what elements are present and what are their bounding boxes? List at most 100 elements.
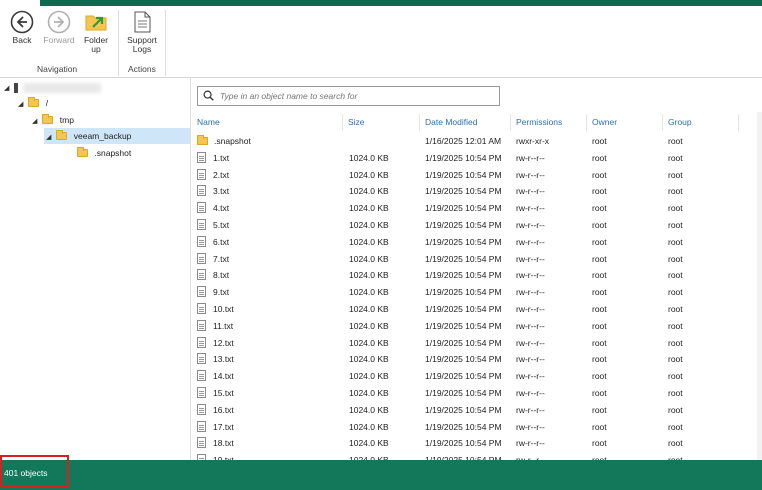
cell-text: rwxr-xr-x [516,136,550,146]
cell-perm: rw-r--r-- [516,402,545,419]
column-header-name[interactable]: Name [192,114,343,131]
cell-name: 6.txt [197,234,229,251]
cell-text: 3.txt [213,186,230,197]
collapse-icon[interactable]: ◢ [4,81,12,97]
table-row[interactable]: 9.txt 1024.0 KB 1/19/2025 10:54 PM rw-r--r-… [192,284,762,301]
cell-group: root [668,234,683,251]
column-header-date-modified[interactable]: Date Modified [420,114,511,131]
cell-size: 1024.0 KB [349,284,389,301]
table-row[interactable]: 14.txt 1024.0 KB 1/19/2025 10:54 PM rw-r--r… [192,368,762,385]
cell-name: 14.txt [197,368,234,385]
forward-button[interactable]: Forward [41,10,77,56]
cell-perm: rw-r--r-- [516,351,545,368]
cell-text: rw-r--r-- [516,354,545,365]
cell-text: root [668,203,683,214]
cell-size: 1024.0 KB [349,435,389,452]
tree-node-veeam-backup[interactable]: ◢ veeam_backup [44,128,190,144]
group-label-navigation: Navigation [37,64,78,74]
cell-owner: root [592,284,607,301]
search-input[interactable] [220,89,490,103]
cell-date: 1/19/2025 10:54 PM [425,419,502,436]
cell-text: root [592,253,607,264]
cell-text: 12.txt [213,337,234,348]
back-arrow-icon [10,10,34,34]
cell-text: root [592,220,607,230]
cell-text: rw-r--r-- [516,169,545,180]
cell-text: 1024.0 KB [349,304,389,314]
folder-up-button[interactable]: Folder up [80,10,112,56]
table-row[interactable]: 10.txt 1024.0 KB 1/19/2025 10:54 PM rw-r--r… [192,301,762,318]
cell-text: 10.txt [213,304,234,314]
table-row[interactable]: 12.txt 1024.0 KB 1/19/2025 10:54 PM rw-r--r… [192,335,762,352]
table-row[interactable]: 16.txt 1024.0 KB 1/19/2025 10:54 PM rw-r--r… [192,402,762,419]
column-header-group[interactable]: Group [663,114,739,131]
tree-node-tmp[interactable]: ◢ tmp [32,112,74,128]
table-row[interactable]: 15.txt 1024.0 KB 1/19/2025 10:54 PM rw-r--r… [192,385,762,402]
cell-name: 16.txt [197,402,234,419]
cell-text: root [668,304,683,314]
cell-group: root [668,150,683,167]
table-row[interactable]: 8.txt 1024.0 KB 1/19/2025 10:54 PM rw-r--r-… [192,267,762,284]
collapse-icon[interactable]: ◢ [18,97,26,113]
cell-size: 1024.0 KB [349,335,389,352]
cell-group: root [668,368,683,385]
cell-text: rw-r--r-- [516,220,545,230]
cell-date: 1/19/2025 10:54 PM [425,234,502,251]
column-header-size[interactable]: Size [343,114,420,131]
table-row[interactable]: 3.txt 1024.0 KB 1/19/2025 10:54 PM rw-r--r-… [192,183,762,200]
cell-group: root [668,267,683,284]
table-row[interactable]: .snapshot 1/16/2025 12:01 AM rwxr-xr-x root… [192,133,762,150]
cell-text: rw-r--r-- [516,236,545,247]
tree-node-root[interactable]: ◢ / [18,95,48,111]
cell-text: 16.txt [213,404,234,415]
text-file-icon [197,269,206,281]
cell-text: 17.txt [213,421,234,432]
table-row[interactable]: 6.txt 1024.0 KB 1/19/2025 10:54 PM rw-r--r-… [192,234,762,251]
cell-size: 1024.0 KB [349,150,389,167]
table-row[interactable]: 19.txt 1024.0 KB 1/19/2025 10:54 PM rw-r--r… [192,452,762,460]
cell-text: root [668,152,683,163]
text-file-icon [197,151,206,163]
tree-node-snapshot[interactable]: .snapshot [77,145,131,161]
column-header-permissions[interactable]: Permissions [511,114,587,131]
column-header-owner[interactable]: Owner [587,114,663,131]
cell-name: 1.txt [197,150,229,167]
cell-date: 1/16/2025 12:01 AM [425,133,501,150]
group-label-actions: Actions [128,64,156,74]
cell-size: 1024.0 KB [349,200,389,217]
back-button[interactable]: Back [8,10,36,56]
redacted-host [22,82,101,93]
cell-text: root [668,186,683,197]
table-row[interactable]: 1.txt 1024.0 KB 1/19/2025 10:54 PM rw-r--r-… [192,150,762,167]
table-row[interactable]: 13.txt 1024.0 KB 1/19/2025 10:54 PM rw-r--r… [192,351,762,368]
search-box[interactable] [197,86,500,106]
table-row[interactable]: 11.txt 1024.0 KB 1/19/2025 10:54 PM rw-r--r… [192,318,762,335]
cell-text: root [668,337,683,348]
table-row[interactable]: 5.txt 1024.0 KB 1/19/2025 10:54 PM rw-r--r-… [192,217,762,234]
cell-text: 1/19/2025 10:54 PM [425,404,502,415]
support-logs-button[interactable]: Support Logs [123,10,161,56]
cell-perm: rw-r--r-- [516,335,545,352]
cell-text: root [592,136,607,146]
collapse-icon[interactable]: ◢ [46,130,54,146]
vertical-scrollbar[interactable] [757,112,762,460]
cell-text: 1024.0 KB [349,404,389,415]
table-row[interactable]: 17.txt 1024.0 KB 1/19/2025 10:54 PM rw-r--r… [192,419,762,436]
folder-icon [77,147,88,157]
cell-text: 1/19/2025 10:54 PM [425,371,502,382]
table-row[interactable]: 18.txt 1024.0 KB 1/19/2025 10:54 PM rw-r--r… [192,435,762,452]
cell-text: root [592,404,607,415]
cell-text: 1024.0 KB [349,220,389,230]
cell-perm: rw-r--r-- [516,234,545,251]
table-row[interactable]: 4.txt 1024.0 KB 1/19/2025 10:54 PM rw-r--r-… [192,200,762,217]
tree-label: / [45,98,49,108]
cell-owner: root [592,267,607,284]
table-row[interactable]: 2.txt 1024.0 KB 1/19/2025 10:54 PM rw-r--r-… [192,167,762,184]
text-file-icon [197,202,206,214]
tree-node-server[interactable]: ◢ [4,79,101,95]
cell-name: 10.txt [197,301,234,318]
cell-owner: root [592,251,607,268]
table-row[interactable]: 7.txt 1024.0 KB 1/19/2025 10:54 PM rw-r--r-… [192,251,762,268]
collapse-icon[interactable]: ◢ [32,114,40,130]
cell-text: rw-r--r-- [516,371,545,382]
